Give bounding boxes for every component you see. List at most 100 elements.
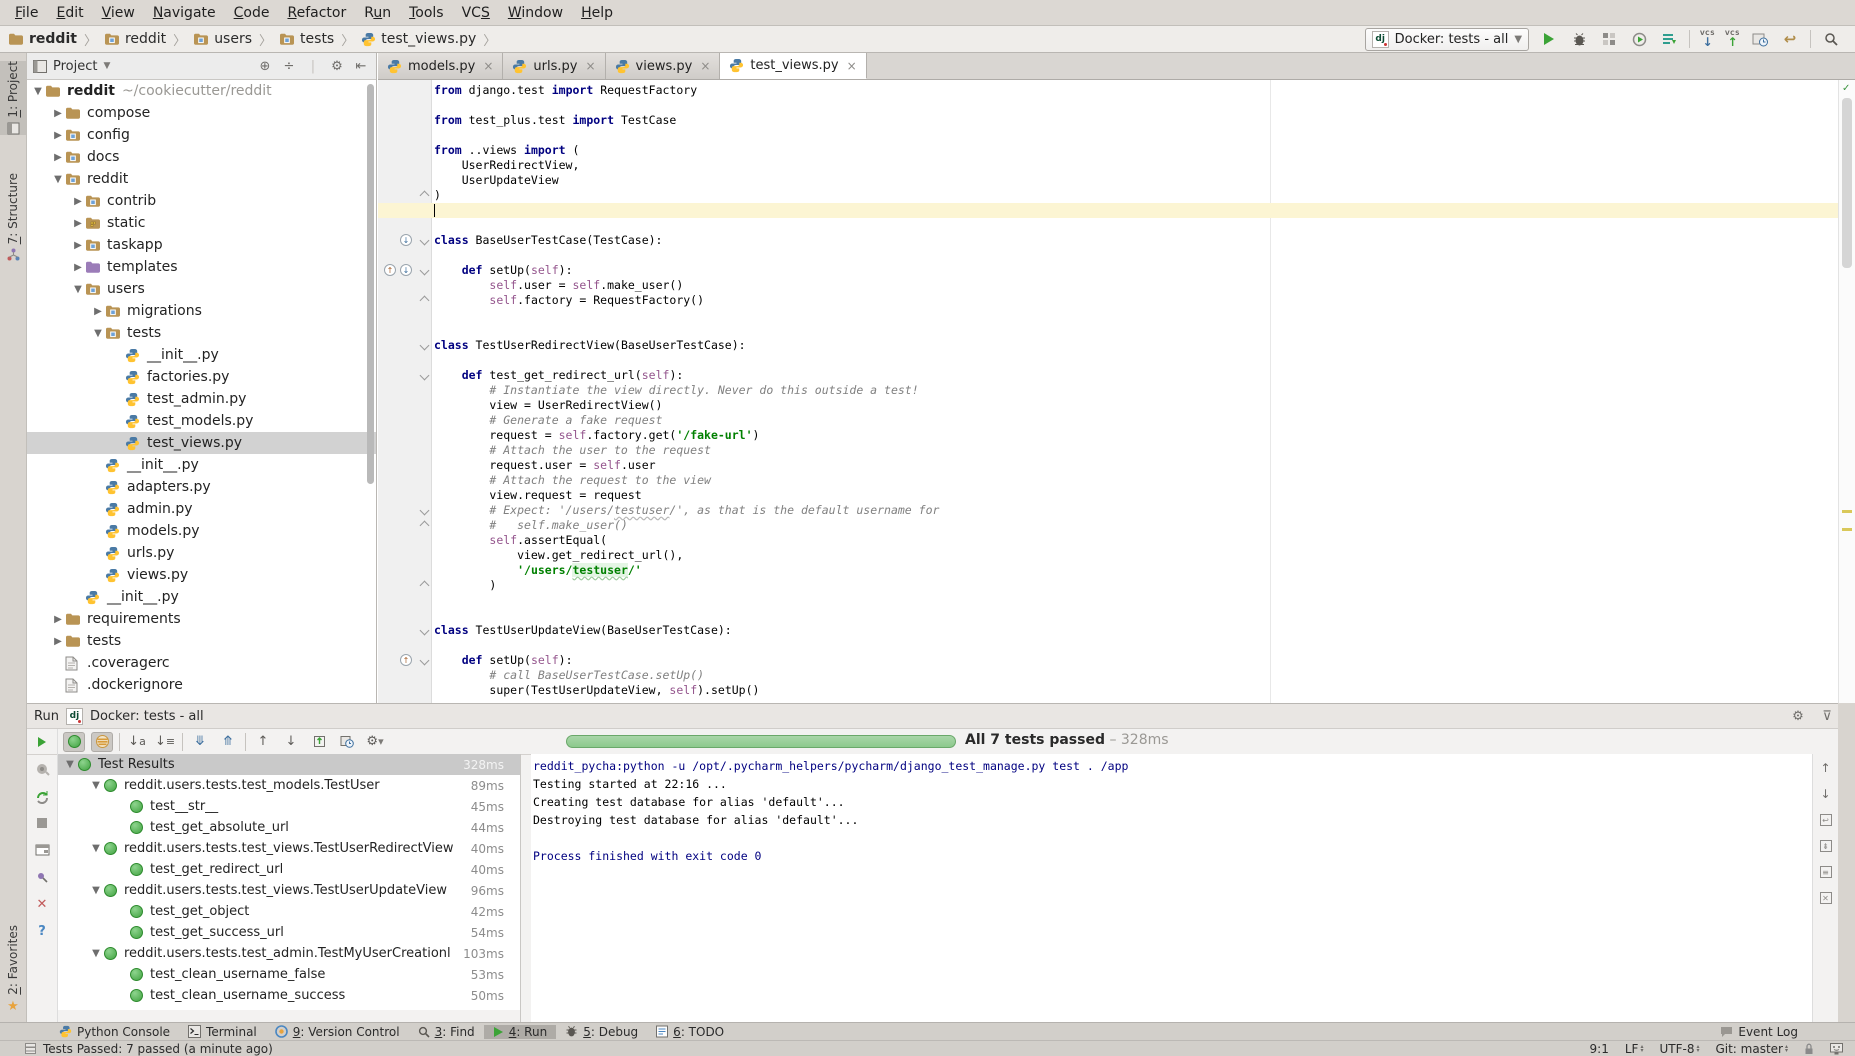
toolwindow-button-structure[interactable]: 7: Structure: [0, 173, 26, 261]
project-tree-item-reddit[interactable]: ▼reddit~/cookiecutter/reddit: [27, 80, 376, 102]
breadcrumb-item-users[interactable]: users: [193, 31, 252, 47]
fold-marker-icon[interactable]: [420, 521, 430, 531]
overrides-marker-icon[interactable]: ↑: [384, 264, 396, 276]
inspections-ok-icon[interactable]: ✓: [1842, 83, 1853, 94]
collapse-all-button[interactable]: ÷: [280, 59, 298, 74]
project-tree-item-models-py[interactable]: models.py: [27, 520, 376, 542]
rerun-tests-button[interactable]: [33, 733, 51, 751]
fold-marker-icon[interactable]: [420, 581, 430, 591]
toolwindow-button-terminal[interactable]: Terminal: [179, 1025, 266, 1039]
test-result-row-reddit-users-tests-test-views-testuserredirectview[interactable]: ▼reddit.users.tests.test_views.TestUserR…: [58, 838, 520, 859]
fold-marker-icon[interactable]: [420, 236, 430, 246]
test-result-row-reddit-users-tests-test-views-testuserupdateview[interactable]: ▼reddit.users.tests.test_views.TestUserU…: [58, 880, 520, 901]
sort-by-duration-button[interactable]: ↓≡: [154, 732, 176, 752]
close-tab-icon[interactable]: ×: [700, 59, 710, 73]
hide-panel-button[interactable]: ⊽: [1816, 709, 1838, 724]
editor-tab-views-py[interactable]: views.py×: [606, 53, 721, 79]
scroll-down-button[interactable]: ↓: [1818, 786, 1834, 802]
test-console-output[interactable]: reddit_pycha:python -u /opt/.pycharm_hel…: [531, 754, 1812, 1022]
editor-tab-urls-py[interactable]: urls.py×: [503, 53, 605, 79]
project-tree-item-contrib[interactable]: ▶contrib: [27, 190, 376, 212]
run-with-coverage-button[interactable]: [1659, 29, 1679, 49]
fold-marker-icon[interactable]: [420, 296, 430, 306]
clear-console-button[interactable]: ✕: [1818, 890, 1834, 906]
breadcrumb-item-test-views-py[interactable]: test_views.py: [361, 31, 476, 47]
menu-file[interactable]: File: [6, 2, 47, 24]
breadcrumb-item-reddit[interactable]: reddit: [104, 31, 166, 47]
code-area[interactable]: from django.test import RequestFactoryfr…: [432, 80, 1839, 703]
menu-window[interactable]: Window: [499, 2, 572, 24]
expanded-arrow-icon[interactable]: ▼: [88, 885, 104, 896]
line-ending-selector[interactable]: LF▴▾: [1625, 1042, 1644, 1056]
run-configuration-select[interactable]: dj Docker: tests - all ▼: [1365, 28, 1529, 51]
test-result-row-test-get-success-url[interactable]: test_get_success_url54ms: [58, 922, 520, 943]
project-tree[interactable]: ▼reddit~/cookiecutter/reddit▶compose ▶con…: [27, 80, 376, 703]
collapsed-arrow-icon[interactable]: ▶: [91, 306, 105, 317]
scroll-up-button[interactable]: ↑: [1818, 760, 1834, 776]
search-everywhere-button[interactable]: [1821, 29, 1841, 49]
project-tree-item-urls-py[interactable]: urls.py: [27, 542, 376, 564]
collapsed-arrow-icon[interactable]: ▶: [51, 130, 65, 141]
breadcrumb-item-tests[interactable]: tests: [279, 31, 334, 47]
toolwindow-button-3-find[interactable]: 3: Find: [409, 1025, 484, 1039]
project-tree-item-users[interactable]: ▼users: [27, 278, 376, 300]
close-tab-icon[interactable]: ×: [483, 59, 493, 73]
fold-marker-icon[interactable]: [420, 656, 430, 666]
project-tree-item-test-models-py[interactable]: test_models.py: [27, 410, 376, 432]
rerun-failed-tests-button[interactable]: [33, 760, 51, 778]
close-tab-icon[interactable]: ×: [585, 59, 595, 73]
project-tree-item-init-py[interactable]: __init__.py: [27, 454, 376, 476]
expanded-arrow-icon[interactable]: ▼: [31, 86, 45, 97]
soft-wrap-button[interactable]: ↩: [1818, 812, 1834, 828]
menu-vcs[interactable]: VCS: [453, 2, 499, 24]
collapsed-arrow-icon[interactable]: ▶: [71, 262, 85, 273]
import-test-results-button[interactable]: [308, 732, 330, 752]
project-tree-item-tests[interactable]: ▼tests: [27, 322, 376, 344]
expand-all-button[interactable]: ⤋: [189, 732, 211, 752]
profiler-button[interactable]: [1629, 29, 1649, 49]
project-tree-item-coveragerc[interactable]: .coveragerc: [27, 652, 376, 674]
test-result-row-reddit-users-tests-test-models-testuser[interactable]: ▼reddit.users.tests.test_models.TestUser…: [58, 775, 520, 796]
help-button[interactable]: ?: [33, 922, 51, 940]
toolwindow-button-python-console[interactable]: Python Console: [50, 1025, 179, 1039]
test-settings-button[interactable]: ⚙▾: [364, 732, 386, 752]
toolwindow-button-9-version-control[interactable]: 9: Version Control: [266, 1025, 409, 1039]
project-tree-item-test-admin-py[interactable]: test_admin.py: [27, 388, 376, 410]
previous-occurrence-button[interactable]: ↑: [252, 732, 274, 752]
project-tree-item-init-py[interactable]: __init__.py: [27, 344, 376, 366]
project-tree-item-requirements[interactable]: ▶requirements: [27, 608, 376, 630]
undo-button[interactable]: ↩: [1780, 29, 1800, 49]
menu-code[interactable]: Code: [225, 2, 279, 24]
collapsed-arrow-icon[interactable]: ▶: [51, 636, 65, 647]
expanded-arrow-icon[interactable]: ▼: [51, 174, 65, 185]
test-result-row-test-str[interactable]: test__str__45ms: [58, 796, 520, 817]
next-occurrence-button[interactable]: ↓: [280, 732, 302, 752]
vcs-commit-button[interactable]: VCS↑: [1725, 31, 1740, 48]
editor[interactable]: ↓↑↓↑ from django.test import RequestFact…: [378, 80, 1855, 703]
project-tree-item-docs[interactable]: ▶docs: [27, 146, 376, 168]
collapsed-arrow-icon[interactable]: ▶: [51, 614, 65, 625]
stop-button[interactable]: [33, 814, 51, 832]
recent-changes-button[interactable]: [1750, 29, 1770, 49]
panel-settings-button[interactable]: ⚙: [1787, 709, 1809, 724]
fold-marker-icon[interactable]: [420, 626, 430, 636]
fold-marker-icon[interactable]: [420, 371, 430, 381]
menu-run[interactable]: Run: [355, 2, 400, 24]
project-panel-title[interactable]: Project ▼: [33, 59, 110, 74]
test-result-row-reddit-users-tests-test-admin-testmyusercreationl[interactable]: ▼reddit.users.tests.test_admin.TestMyUse…: [58, 943, 520, 964]
debug-button[interactable]: [1569, 29, 1589, 49]
collapsed-arrow-icon[interactable]: ▶: [51, 108, 65, 119]
overridden-marker-icon[interactable]: ↓: [400, 264, 412, 276]
run-panel-splitter[interactable]: [520, 754, 521, 1022]
print-console-button[interactable]: ≡: [1818, 864, 1834, 880]
test-result-row-test-get-object[interactable]: test_get_object42ms: [58, 901, 520, 922]
menu-refactor[interactable]: Refactor: [278, 2, 355, 24]
test-result-row-test-clean-username-false[interactable]: test_clean_username_false53ms: [58, 964, 520, 985]
project-tree-item-compose[interactable]: ▶compose: [27, 102, 376, 124]
vcs-update-button[interactable]: VCS↓: [1700, 31, 1715, 48]
expanded-arrow-icon[interactable]: ▼: [88, 780, 104, 791]
toolwindow-button-5-debug[interactable]: 5: Debug: [556, 1025, 647, 1039]
expanded-arrow-icon[interactable]: ▼: [88, 843, 104, 854]
lock-icon[interactable]: [1804, 1043, 1814, 1055]
test-result-row-test-get-redirect-url[interactable]: test_get_redirect_url40ms: [58, 859, 520, 880]
